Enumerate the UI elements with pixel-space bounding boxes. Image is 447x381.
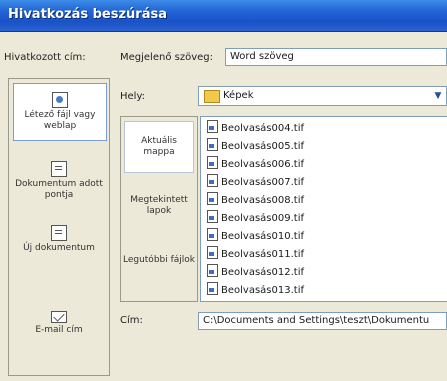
dialog-title: Hivatkozás beszúrása bbox=[8, 7, 168, 22]
file-name: Beolvasás011.tif bbox=[221, 249, 304, 260]
address-label: Cím: bbox=[120, 315, 143, 326]
tif-file-icon bbox=[207, 246, 218, 259]
sidebar-item-label: E-mail cím bbox=[35, 325, 83, 335]
list-item[interactable]: Beolvasás011.tif bbox=[207, 246, 304, 260]
title-bar[interactable]: Hivatkozás beszúrása bbox=[0, 0, 447, 32]
new-document-icon bbox=[51, 225, 67, 241]
sidebar-item-label: Dokumentum adott pontja bbox=[15, 179, 103, 200]
document-bookmark-icon bbox=[51, 161, 67, 177]
globe-icon bbox=[52, 92, 68, 108]
list-item[interactable]: Beolvasás005.tif bbox=[207, 138, 304, 152]
file-name: Beolvasás008.tif bbox=[221, 195, 304, 206]
file-name: Beolvasás012.tif bbox=[221, 267, 304, 278]
location-label: Hely: bbox=[120, 91, 146, 102]
sidebar-item-label: Új dokumentum bbox=[23, 243, 95, 253]
sidebar-item-new-document[interactable]: Új dokumentum bbox=[9, 225, 109, 254]
tif-file-icon bbox=[207, 282, 218, 295]
sidebar-item-label: Létező fájl vagy weblap bbox=[24, 110, 96, 131]
list-item[interactable]: Beolvasás013.tif bbox=[207, 282, 304, 296]
linked-address-label: Hivatkozott cím: bbox=[4, 52, 86, 63]
sidebar-item-existing-file[interactable]: Létező fájl vagy weblap bbox=[13, 83, 107, 141]
place-label: Aktuális mappa bbox=[141, 136, 177, 157]
location-dropdown[interactable]: Képek ▼ bbox=[198, 86, 447, 106]
folder-icon bbox=[204, 90, 220, 103]
list-item[interactable]: Beolvasás007.tif bbox=[207, 174, 304, 188]
sidebar-item-email[interactable]: E-mail cím bbox=[9, 311, 109, 336]
address-input[interactable]: C:\Documents and Settings\teszt\Dokument… bbox=[198, 312, 447, 330]
display-text-value: Word szöveg bbox=[230, 51, 294, 62]
file-name: Beolvasás007.tif bbox=[221, 177, 304, 188]
list-item[interactable]: Beolvasás006.tif bbox=[207, 156, 304, 170]
file-name: Beolvasás004.tif bbox=[221, 123, 304, 134]
list-item[interactable]: Beolvasás012.tif bbox=[207, 264, 304, 278]
tif-file-icon bbox=[207, 228, 218, 241]
tif-file-icon bbox=[207, 138, 218, 151]
insert-hyperlink-dialog: Hivatkozás beszúrása Hivatkozott cím: Me… bbox=[0, 0, 447, 381]
tif-file-icon bbox=[207, 120, 218, 133]
place-label: Legutóbbi fájlok bbox=[122, 255, 196, 265]
address-value: C:\Documents and Settings\teszt\Dokument… bbox=[203, 315, 430, 326]
file-name: Beolvasás010.tif bbox=[221, 231, 304, 242]
tif-file-icon bbox=[207, 192, 218, 205]
location-value: Képek bbox=[223, 90, 254, 101]
file-name: Beolvasás009.tif bbox=[221, 213, 304, 224]
email-icon bbox=[51, 311, 67, 323]
list-item[interactable]: Beolvasás004.tif bbox=[207, 120, 304, 134]
list-item[interactable]: Beolvasás008.tif bbox=[207, 192, 304, 206]
places-bar: Aktuális mappa Megtekintett lapok Legutó… bbox=[120, 116, 198, 302]
place-recent-files[interactable]: Legutóbbi fájlok bbox=[121, 255, 197, 266]
tif-file-icon bbox=[207, 210, 218, 223]
list-item[interactable]: Beolvasás009.tif bbox=[207, 210, 304, 224]
file-name: Beolvasás006.tif bbox=[221, 159, 304, 170]
tif-file-icon bbox=[207, 174, 218, 187]
place-browsed-pages[interactable]: Megtekintett lapok bbox=[121, 195, 197, 217]
file-list[interactable]: Beolvasás004.tif Beolvasás005.tif Beolva… bbox=[200, 116, 447, 302]
file-name: Beolvasás013.tif bbox=[221, 285, 304, 296]
list-item[interactable]: Beolvasás010.tif bbox=[207, 228, 304, 242]
tif-file-icon bbox=[207, 156, 218, 169]
tif-file-icon bbox=[207, 264, 218, 277]
place-label: Megtekintett lapok bbox=[130, 195, 188, 216]
link-type-sidebar: Létező fájl vagy weblap Dokumentum adott… bbox=[8, 78, 110, 376]
place-current-folder[interactable]: Aktuális mappa bbox=[124, 121, 194, 173]
sidebar-item-document-place[interactable]: Dokumentum adott pontja bbox=[9, 161, 109, 201]
display-text-label: Megjelenő szöveg: bbox=[120, 52, 213, 63]
file-name: Beolvasás005.tif bbox=[221, 141, 304, 152]
display-text-input[interactable]: Word szöveg bbox=[225, 48, 447, 66]
chevron-down-icon[interactable]: ▼ bbox=[432, 89, 444, 103]
